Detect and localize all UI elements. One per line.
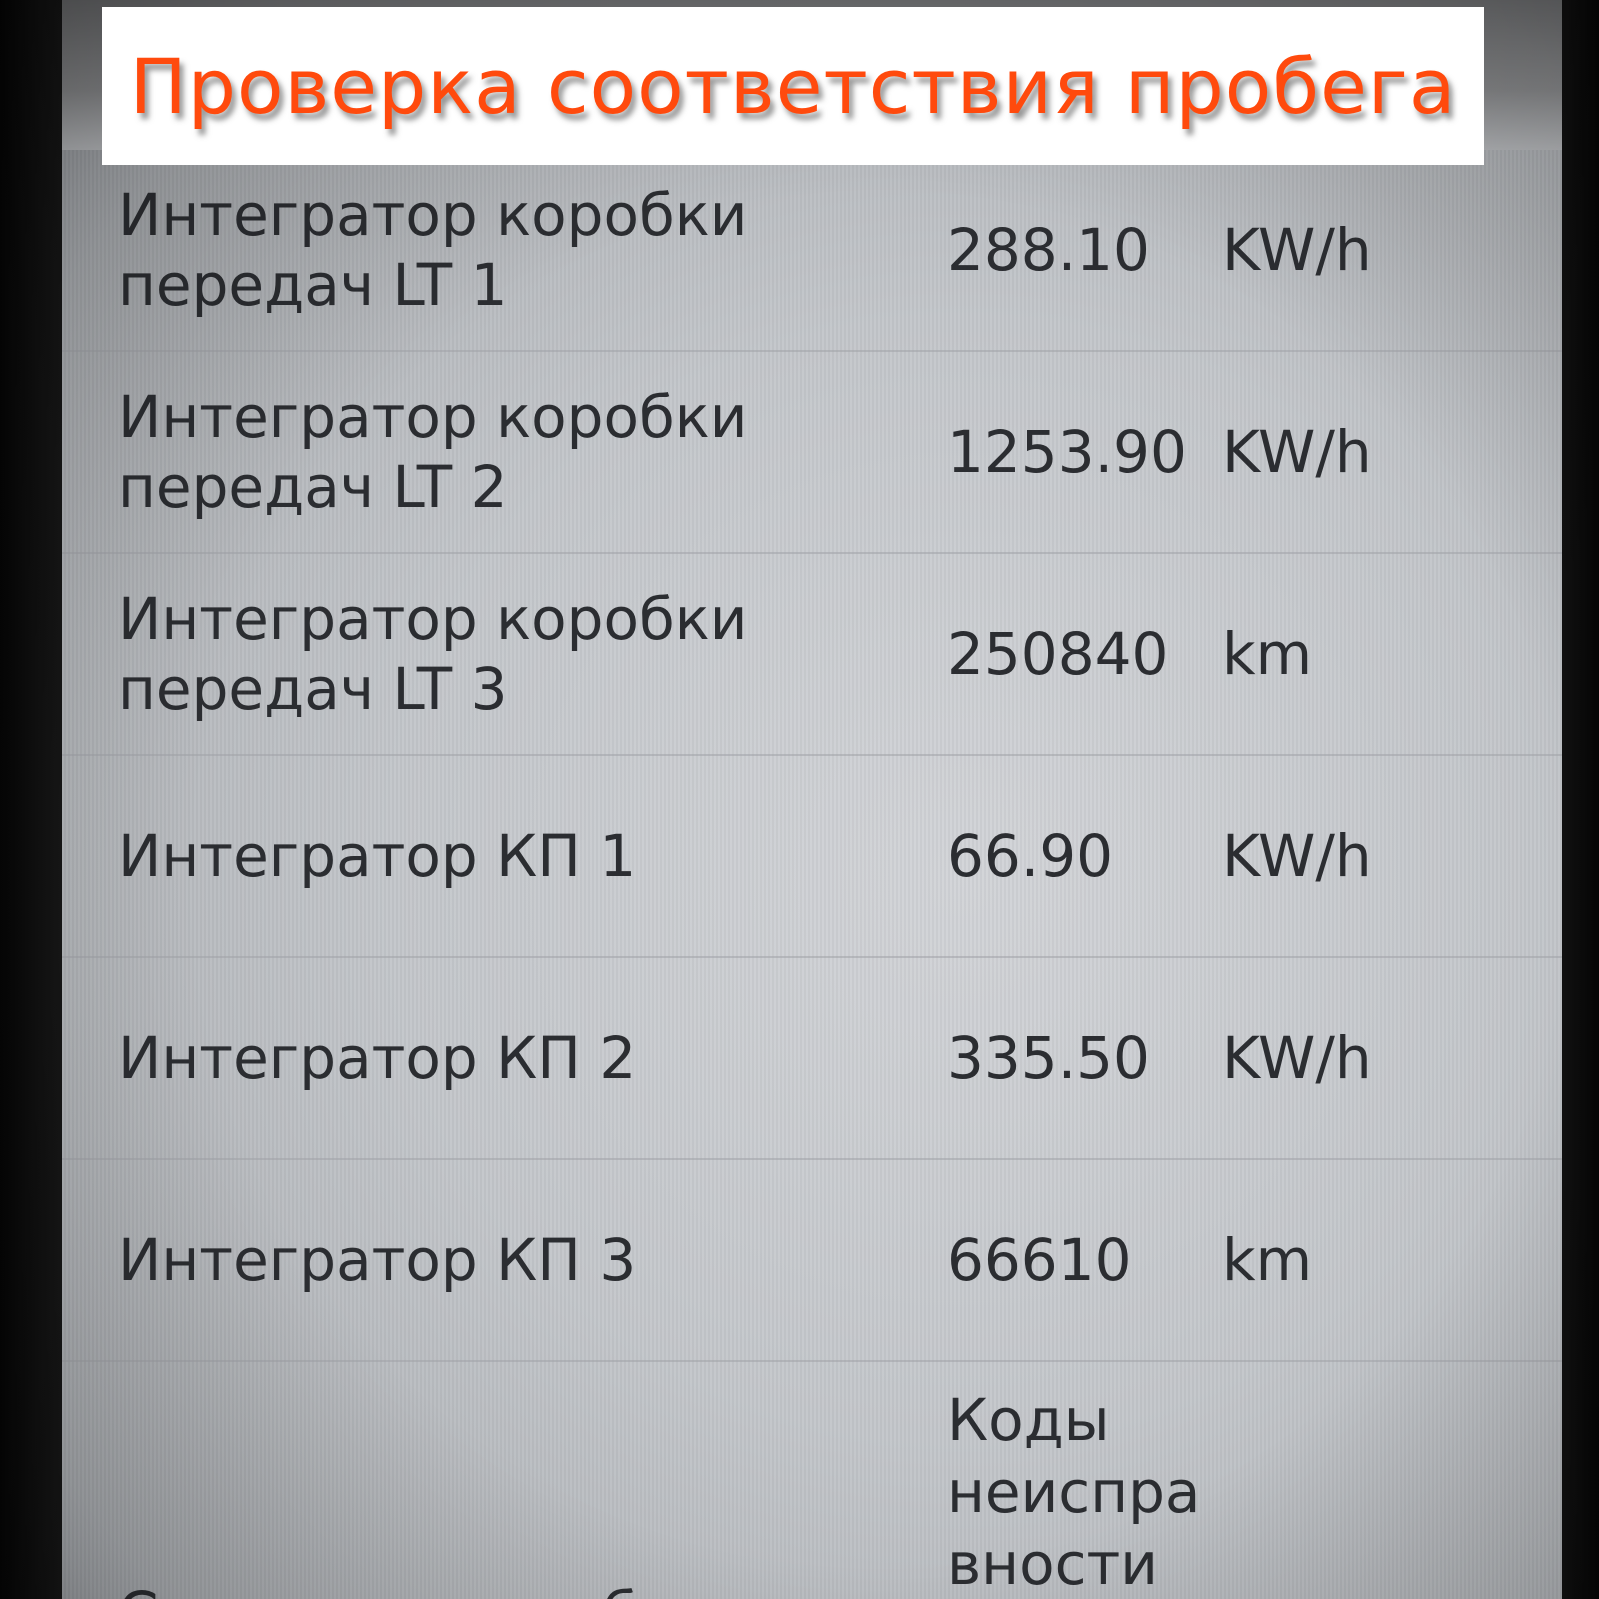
parameter-name-text: Состояние коробки передач (118, 1578, 986, 1599)
parameter-name: Интегратор коробки передач LT 2 (118, 352, 878, 552)
parameter-name: Интегратор коробки передач LT 3 (118, 554, 878, 754)
parameter-name-line2: передач LT 1 (118, 251, 508, 319)
parameter-unit: km (1222, 620, 1313, 688)
parameter-name-line2: передач LT 3 (118, 655, 508, 723)
parameter-value: 288.10 (947, 216, 1150, 284)
parameter-value-line1: Коды (947, 1386, 1110, 1454)
banner-title: Проверка соответствия пробега (129, 41, 1457, 131)
parameter-name: Интегратор КП 3 (118, 1226, 637, 1294)
table-row: Интегратор коробки передач LT 3 250840 k… (62, 554, 1562, 756)
parameter-value-line2: неиспра (947, 1458, 1201, 1526)
parameter-value-line3: вности (947, 1530, 1158, 1598)
parameter-name: Состояние коробки передач (118, 1362, 986, 1599)
parameter-unit: KW/h (1222, 216, 1372, 284)
device-screen: Интегратор коробки передач LT 1 288.10 K… (62, 0, 1562, 1599)
table-row: Интегратор КП 3 66610 km (62, 1160, 1562, 1362)
parameter-unit: KW/h (1222, 1024, 1372, 1092)
parameter-unit: KW/h (1222, 822, 1372, 890)
caption-banner: Проверка соответствия пробега (102, 7, 1484, 165)
parameter-name: Интегратор КП 1 (118, 822, 637, 890)
parameter-name-line2: передач LT 2 (118, 453, 508, 521)
parameter-name: Интегратор коробки передач LT 1 (118, 150, 878, 350)
table-row: Интегратор КП 2 335.50 KW/h (62, 958, 1562, 1160)
parameter-name: Интегратор КП 2 (118, 1024, 637, 1092)
parameter-value: 66.90 (947, 822, 1114, 890)
parameter-name-line1: Интегратор коробки (118, 585, 748, 653)
table-row: Интегратор коробки передач LT 1 288.10 K… (62, 150, 1562, 352)
parameters-table: Интегратор коробки передач LT 1 288.10 K… (62, 150, 1562, 1599)
table-row: Интегратор коробки передач LT 2 1253.90 … (62, 352, 1562, 554)
parameter-unit: KW/h (1222, 418, 1372, 486)
parameter-value: 335.50 (947, 1024, 1150, 1092)
parameter-name-line1: Интегратор коробки (118, 181, 748, 249)
parameter-unit: km (1222, 1226, 1313, 1294)
parameter-value: 250840 (947, 620, 1169, 688)
parameter-value: Коды неиспра вности (947, 1362, 1267, 1599)
table-row: Состояние коробки передач Коды неиспра в… (62, 1362, 1562, 1599)
photo-frame: Интегратор коробки передач LT 1 288.10 K… (0, 0, 1599, 1599)
parameter-value: 1253.90 (947, 418, 1187, 486)
parameter-value: 66610 (947, 1226, 1132, 1294)
table-row: Интегратор КП 1 66.90 KW/h (62, 756, 1562, 958)
parameter-name-line1: Интегратор коробки (118, 383, 748, 451)
